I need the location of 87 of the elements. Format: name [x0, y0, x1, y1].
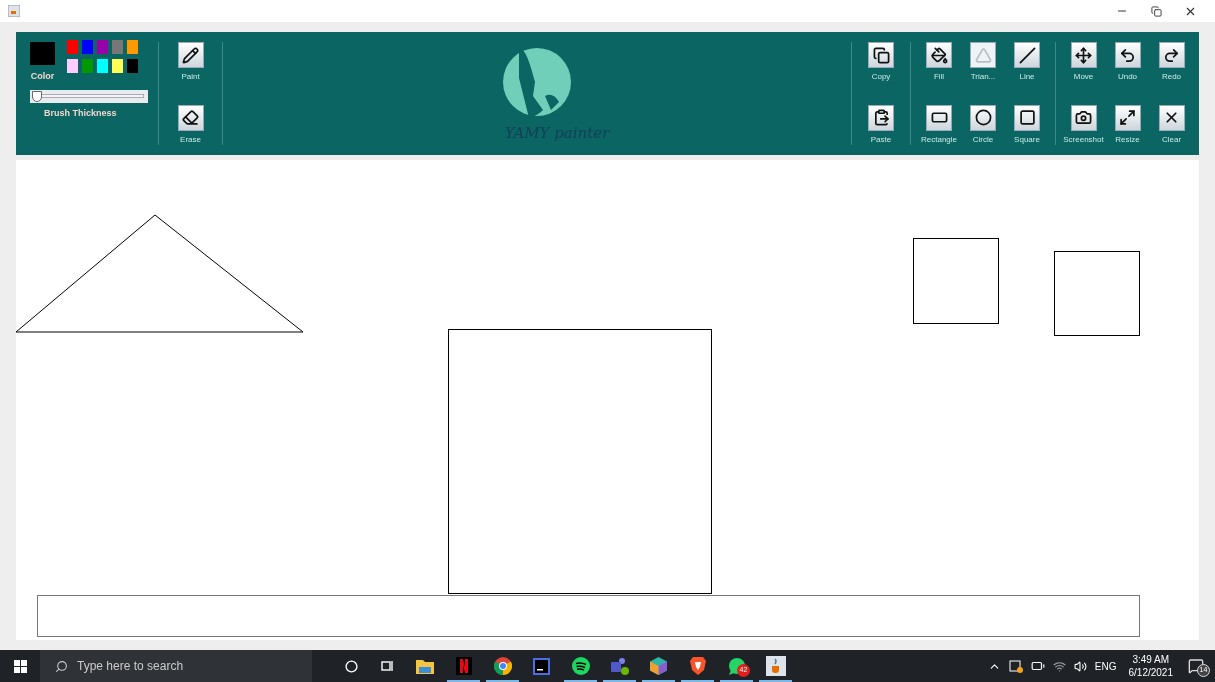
brush-slider[interactable] — [30, 89, 148, 103]
shield-icon — [689, 657, 706, 675]
globe-icon — [493, 657, 512, 675]
paint-bucket-icon — [930, 46, 948, 64]
cube-icon — [650, 657, 667, 675]
wifi-icon[interactable] — [1052, 659, 1066, 673]
tool-label: Clear — [1161, 135, 1182, 144]
triangle-icon — [974, 46, 992, 64]
color-swatch[interactable] — [67, 40, 78, 54]
tool-label: Paint — [181, 73, 200, 81]
windows-icon — [13, 659, 27, 673]
tool-button[interactable] — [1114, 42, 1141, 68]
logo-drawing — [501, 46, 573, 118]
tool-button[interactable] — [1070, 42, 1097, 68]
app-tray-icon[interactable] — [1008, 659, 1023, 673]
color-swatch[interactable] — [97, 40, 108, 54]
tool-label: Screenshot — [1063, 135, 1104, 144]
line-icon — [1018, 46, 1036, 64]
redo-icon — [1163, 46, 1180, 64]
color-swatch[interactable] — [82, 40, 93, 54]
color-swatch[interactable] — [112, 59, 123, 73]
battery-icon[interactable] — [1030, 659, 1045, 673]
folder-icon — [415, 658, 434, 674]
clock-date[interactable]: 6/12/2021 — [1128, 666, 1173, 679]
search-placeholder: Type here to search — [77, 658, 184, 675]
pencil-icon — [182, 46, 199, 64]
text-field[interactable] — [37, 595, 1140, 637]
color-swatch[interactable] — [82, 59, 93, 73]
color-label: Color — [30, 70, 55, 83]
brush-thickness-label: Brush Thickness — [44, 106, 118, 120]
tool-label: Square — [1014, 135, 1040, 144]
wave-icon — [571, 657, 590, 675]
tool-label: Fill — [933, 73, 945, 81]
tool-button[interactable] — [1114, 104, 1141, 131]
tool-button[interactable] — [868, 104, 894, 131]
camera-icon — [1075, 109, 1092, 126]
search-box[interactable]: Type here to search — [40, 650, 312, 682]
tool-button[interactable] — [868, 42, 894, 68]
tool-label: Trian... — [970, 73, 996, 81]
tool-button[interactable] — [1014, 42, 1040, 68]
tool-button[interactable] — [1014, 104, 1040, 131]
cup-icon — [765, 656, 786, 676]
task-view-icon — [380, 660, 394, 672]
square-logo-icon — [533, 657, 550, 675]
rectangle-icon — [930, 109, 948, 126]
clipboard-icon — [872, 109, 890, 126]
speaker-icon[interactable] — [1073, 659, 1087, 673]
copy-icon — [872, 46, 890, 64]
color-swatch[interactable] — [127, 40, 138, 54]
tool-label: Erase — [180, 135, 201, 144]
tool-button[interactable] — [926, 104, 952, 131]
circle-icon — [344, 659, 358, 673]
color-swatch[interactable] — [67, 59, 78, 73]
slider-thumb[interactable] — [32, 90, 43, 102]
tool-button[interactable] — [926, 42, 952, 68]
clock-time[interactable]: 3:49 AM — [1132, 653, 1170, 666]
search-icon — [55, 659, 68, 673]
tool-button[interactable] — [177, 104, 204, 131]
tool-button[interactable] — [1158, 42, 1185, 68]
tool-label: Undo — [1117, 73, 1138, 81]
cup-icon — [8, 5, 20, 17]
circle-icon — [974, 109, 992, 126]
close-icon — [1163, 109, 1180, 126]
color-swatch[interactable] — [112, 40, 123, 54]
people-icon — [610, 657, 629, 675]
undo-icon — [1119, 46, 1136, 64]
tool-button[interactable] — [970, 104, 996, 131]
tool-label: Move — [1073, 73, 1094, 81]
tool-button[interactable] — [1158, 104, 1185, 131]
tool-label: Line — [1019, 73, 1035, 81]
tool-button[interactable] — [177, 42, 204, 68]
square-icon — [1018, 109, 1036, 126]
language-indicator[interactable]: ENG — [1094, 658, 1117, 674]
color-swatch[interactable] — [97, 59, 108, 73]
tool-label: Paste — [870, 135, 892, 144]
tool-label: Circle — [972, 135, 994, 144]
tool-label: Rectangle — [921, 135, 957, 144]
tool-label: Resize — [1115, 135, 1140, 144]
tool-label: Redo — [1161, 73, 1182, 81]
color-swatch[interactable] — [127, 59, 138, 73]
tool-button[interactable] — [1070, 104, 1097, 131]
move-icon — [1075, 46, 1092, 64]
tile-icon — [455, 657, 472, 675]
restore-icon — [1150, 5, 1162, 17]
eraser-icon — [182, 109, 199, 126]
tool-label: Copy — [871, 73, 891, 81]
resize-icon — [1119, 109, 1136, 126]
